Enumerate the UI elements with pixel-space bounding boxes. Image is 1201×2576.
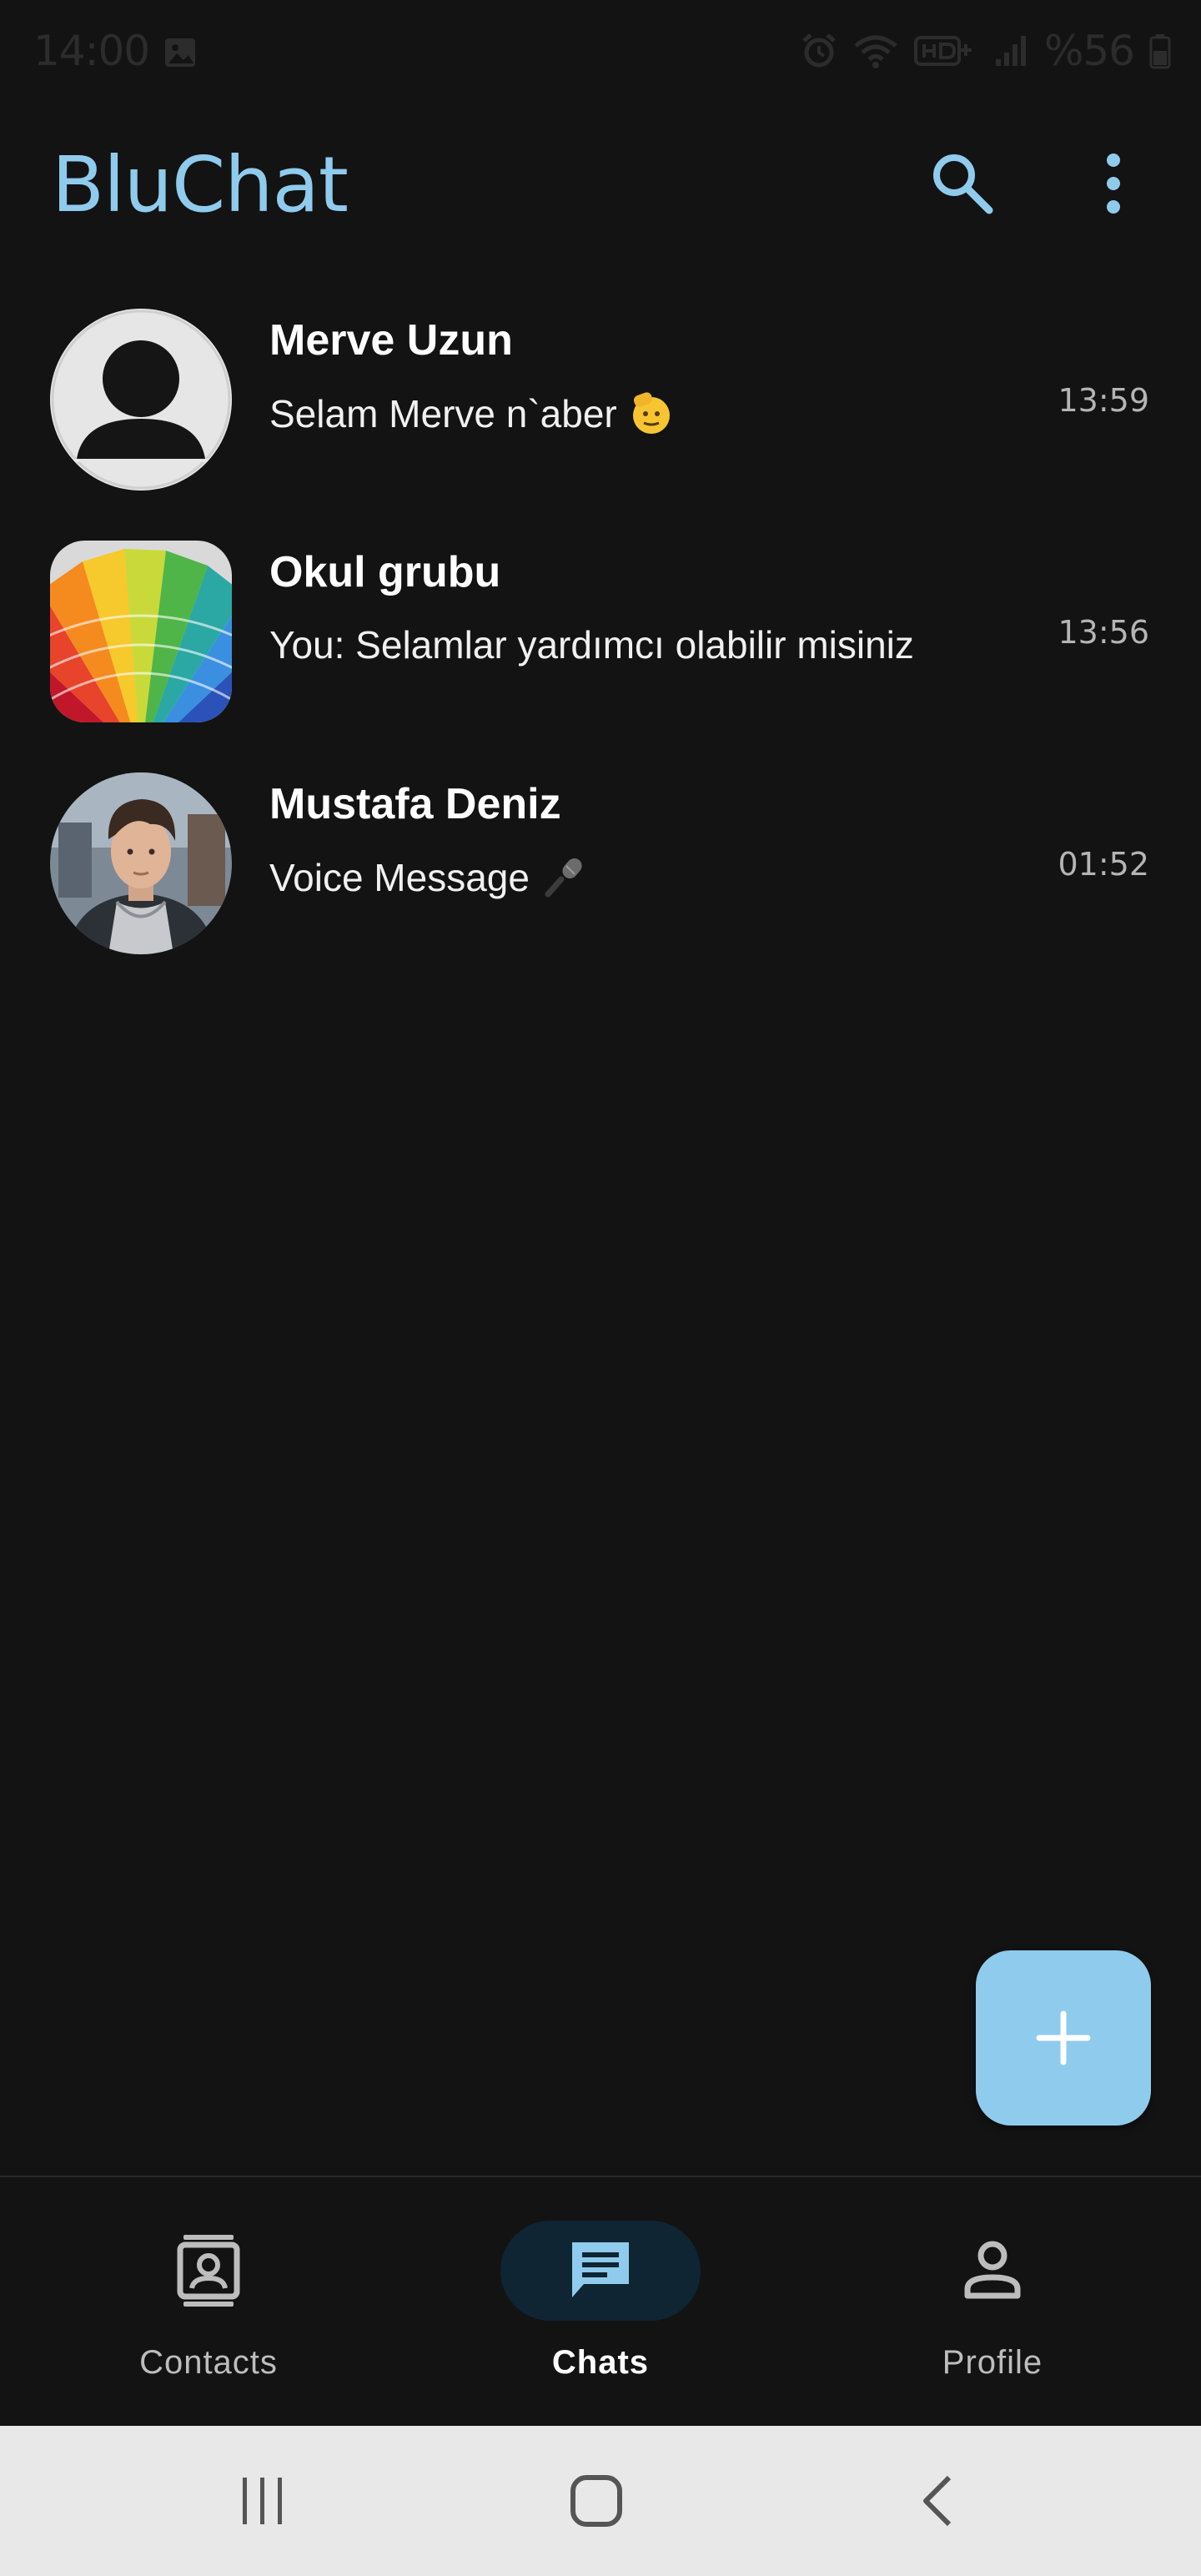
- home-icon: [570, 2475, 622, 2527]
- wifi-icon: [854, 35, 897, 68]
- microphone-emoji: [545, 858, 582, 898]
- chat-row-mustafa-deniz[interactable]: Mustafa Deniz Voice Message 01:52: [0, 772, 1201, 964]
- search-icon: [933, 154, 993, 214]
- bottom-nav: Contacts Chats Profile: [0, 2177, 1201, 2426]
- chat-row-okul-grubu[interactable]: Okul grubu You: Selamlar yardımcı olabil…: [0, 541, 1201, 732]
- chat-name: Merve Uzun: [269, 316, 513, 365]
- more-options-button[interactable]: [1093, 148, 1134, 219]
- system-nav-bar: [0, 2426, 1201, 2576]
- battery-percentage: %56: [1043, 27, 1135, 75]
- nav-item-profile[interactable]: Profile: [842, 2177, 1143, 2426]
- more-vert-icon: [1107, 153, 1120, 214]
- search-button[interactable]: [927, 148, 997, 219]
- person-photo-image: [50, 772, 232, 954]
- hd-plus-icon: [913, 36, 972, 66]
- chat-preview-text: Selam Merve n`aber: [269, 392, 617, 435]
- recent-apps-icon: [243, 2478, 282, 2524]
- battery-icon: [1149, 34, 1171, 69]
- nav-icon-container: [892, 2221, 1093, 2321]
- color-palette-avatar: [50, 541, 232, 722]
- default-person-avatar: [50, 309, 232, 491]
- nav-icon-container: [108, 2221, 309, 2321]
- app-title: BluChat: [52, 140, 349, 229]
- new-chat-fab[interactable]: [976, 1950, 1151, 2126]
- nav-label: Contacts: [139, 2344, 278, 2381]
- chat-time: 13:56: [1058, 614, 1149, 651]
- saluting-face-emoji: [632, 392, 670, 434]
- status-time: 14:00: [33, 27, 150, 75]
- chat-icon: [572, 2242, 629, 2297]
- chat-preview-text: Voice Message: [269, 856, 530, 899]
- plus-icon: [1036, 2010, 1091, 2065]
- recent-apps-button[interactable]: [225, 2468, 300, 2534]
- nav-item-chats[interactable]: Chats: [450, 2177, 751, 2426]
- person-icon: [964, 2241, 1021, 2299]
- status-icons: %56: [801, 27, 1171, 75]
- person-silhouette-icon: [51, 309, 231, 490]
- color-fan-image: [50, 541, 232, 722]
- nav-icon-container: [500, 2221, 701, 2321]
- alarm-icon: [802, 33, 836, 68]
- gallery-notification-icon: [165, 38, 195, 67]
- status-bar: 14:00 %56: [0, 0, 1201, 105]
- chat-preview: You: Selamlar yardımcı olabilir misiniz: [269, 623, 914, 667]
- chat-preview: Selam Merve n`aber: [269, 390, 674, 436]
- chat-time: 01:52: [1058, 846, 1149, 883]
- chat-name: Mustafa Deniz: [269, 780, 561, 828]
- nav-item-contacts[interactable]: Contacts: [58, 2177, 359, 2426]
- chat-row-merve-uzun[interactable]: Merve Uzun Selam Merve n`aber 13:59: [0, 309, 1201, 501]
- back-button[interactable]: [901, 2468, 976, 2534]
- chat-name: Okul grubu: [269, 548, 501, 596]
- contacts-icon: [177, 2235, 240, 2307]
- nav-label: Profile: [942, 2344, 1043, 2381]
- back-icon: [923, 2475, 952, 2527]
- signal-icon: [995, 36, 1026, 66]
- person-photo-avatar: [50, 772, 232, 954]
- nav-label: Chats: [551, 2344, 650, 2381]
- chat-preview: Voice Message: [269, 854, 586, 900]
- chat-time: 13:59: [1058, 382, 1149, 419]
- home-button[interactable]: [559, 2468, 634, 2534]
